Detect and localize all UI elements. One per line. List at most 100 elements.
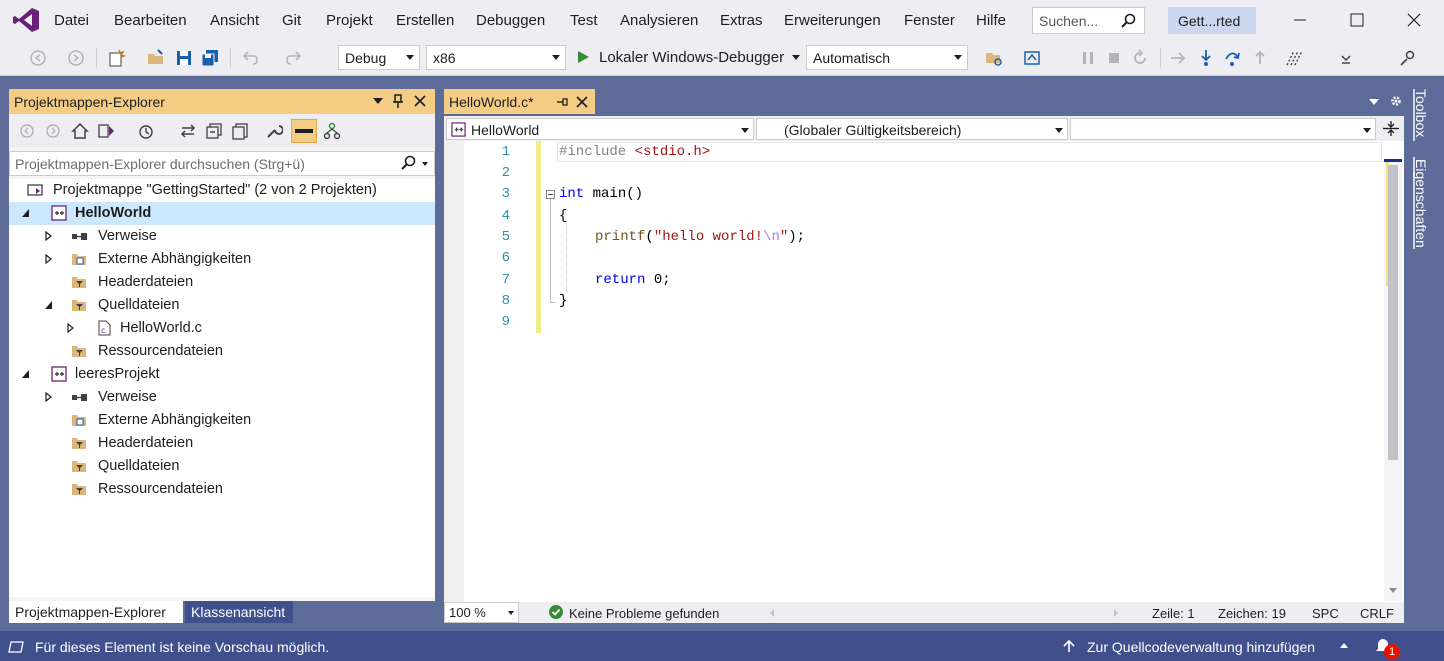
live-share-icon[interactable] xyxy=(1398,48,1418,68)
show-next-statement-icon[interactable] xyxy=(1168,48,1188,68)
menu-ansicht[interactable]: Ansicht xyxy=(210,12,259,29)
menu-datei[interactable]: Datei xyxy=(54,12,89,29)
issues-status[interactable]: Keine Probleme gefunden xyxy=(569,606,719,621)
save-icon[interactable] xyxy=(174,48,194,68)
scrollbar-thumb[interactable] xyxy=(1388,165,1398,460)
close-icon[interactable] xyxy=(414,95,426,107)
gear-icon[interactable] xyxy=(1390,95,1402,107)
tab-class-view[interactable]: Klassenansicht xyxy=(185,601,293,623)
show-all-files-icon[interactable] xyxy=(231,122,249,140)
pause-icon[interactable] xyxy=(1078,48,1098,68)
collapsed-icon[interactable] xyxy=(45,254,53,264)
tree-item-source-files[interactable]: Quelldateien xyxy=(9,294,435,317)
tree-item-external-deps[interactable]: Externe Abhängigkeiten xyxy=(9,409,435,432)
menu-erstellen[interactable]: Erstellen xyxy=(396,12,454,29)
tree-item-header-files[interactable]: Headerdateien xyxy=(9,432,435,455)
configuration-dropdown[interactable]: Debug xyxy=(338,45,420,70)
step-over-icon[interactable] xyxy=(1222,48,1242,68)
collapsed-icon[interactable] xyxy=(45,392,53,402)
save-all-icon[interactable] xyxy=(200,48,220,68)
tab-solution-explorer[interactable]: Projektmappen-Explorer xyxy=(9,601,183,623)
home-icon[interactable] xyxy=(71,122,89,140)
vertical-scrollbar[interactable] xyxy=(1384,159,1402,601)
redo-icon[interactable] xyxy=(284,48,304,68)
scroll-right-icon[interactable] xyxy=(1114,609,1118,617)
char-indicator[interactable]: Zeichen: 19 xyxy=(1218,606,1286,621)
menu-projekt[interactable]: Projekt xyxy=(326,12,373,29)
tab-overflow-chevron-icon[interactable] xyxy=(1369,99,1379,106)
forward-icon[interactable] xyxy=(45,123,61,139)
debug-target-dropdown[interactable]: Automatisch xyxy=(806,45,968,70)
expanded-icon[interactable] xyxy=(22,208,30,218)
tree-item-solution[interactable]: Projektmappe "GettingStarted" (2 von 2 P… xyxy=(9,179,435,202)
split-window-icon[interactable] xyxy=(1383,120,1399,137)
tree-item-resource-files[interactable]: Ressourcendateien xyxy=(9,340,435,363)
pin-icon[interactable] xyxy=(392,94,404,108)
pending-changes-filter-icon[interactable] xyxy=(137,122,155,140)
restart-icon[interactable] xyxy=(1130,48,1150,68)
chevron-down-icon[interactable] xyxy=(373,98,383,105)
expanded-icon[interactable] xyxy=(45,300,53,310)
platform-dropdown[interactable]: x86 xyxy=(426,45,566,70)
menu-erweiterungen[interactable]: Erweiterungen xyxy=(784,12,881,29)
toolbar-options-icon[interactable] xyxy=(1336,48,1356,68)
chevron-up-icon[interactable] xyxy=(1340,643,1348,648)
menu-test[interactable]: Test xyxy=(570,12,598,29)
application-insights-icon[interactable] xyxy=(1022,48,1042,68)
open-folder-icon[interactable] xyxy=(146,48,166,68)
solution-explorer-search-input[interactable]: Projektmappen-Explorer durchsuchen (Strg… xyxy=(9,151,435,176)
step-into-icon[interactable] xyxy=(1196,48,1216,68)
menu-extras[interactable]: Extras xyxy=(720,12,763,29)
forward-icon[interactable] xyxy=(66,48,86,68)
scope-dropdown[interactable]: (Globaler Gültigkeitsbereich) xyxy=(756,118,1068,140)
tree-item-helloworld-c[interactable]: c HelloWorld.c xyxy=(9,317,435,340)
minimize-icon[interactable] xyxy=(1290,10,1310,30)
tree-item-references[interactable]: Verweise xyxy=(9,386,435,409)
menu-git[interactable]: Git xyxy=(282,12,301,29)
toolbox-tab[interactable]: Toolbox xyxy=(1413,89,1429,137)
menu-debuggen[interactable]: Debuggen xyxy=(476,12,545,29)
sync-icon[interactable] xyxy=(179,122,197,140)
collapsed-icon[interactable] xyxy=(45,231,53,241)
pin-icon[interactable] xyxy=(556,96,568,108)
collapse-all-icon[interactable] xyxy=(205,122,223,140)
tree-item-references[interactable]: Verweise xyxy=(9,225,435,248)
menu-analysieren[interactable]: Analysieren xyxy=(620,12,698,29)
project-dropdown[interactable]: HelloWorld xyxy=(446,118,754,140)
menu-bearbeiten[interactable]: Bearbeiten xyxy=(114,12,187,29)
find-in-folder-icon[interactable] xyxy=(984,48,1004,68)
new-item-icon[interactable] xyxy=(106,48,126,68)
tab-helloworld-c[interactable]: HelloWorld.c* xyxy=(444,89,595,114)
collapse-icon[interactable] xyxy=(546,190,555,199)
visual-studio-logo-icon[interactable] xyxy=(12,7,40,33)
scroll-left-icon[interactable] xyxy=(770,609,774,617)
code-editor[interactable]: 1 2 3 4 5 6 7 8 9 #include <stdio.h> int… xyxy=(444,141,1404,602)
maximize-icon[interactable] xyxy=(1347,10,1367,30)
start-debugging-button[interactable]: Lokaler Windows-Debugger xyxy=(574,45,802,70)
line-ending-indicator[interactable]: CRLF xyxy=(1360,606,1394,621)
zoom-dropdown[interactable]: 100 % xyxy=(444,602,519,623)
back-icon[interactable] xyxy=(28,48,48,68)
tree-item-project[interactable]: HelloWorld xyxy=(9,202,435,225)
class-diagram-icon[interactable] xyxy=(323,122,341,140)
close-icon[interactable] xyxy=(576,96,588,108)
back-icon[interactable] xyxy=(19,123,35,139)
tree-item-source-files[interactable]: Quelldateien xyxy=(9,455,435,478)
line-indicator[interactable]: Zeile: 1 xyxy=(1152,606,1195,621)
stop-icon[interactable] xyxy=(1104,48,1124,68)
member-dropdown[interactable] xyxy=(1070,118,1376,140)
hot-reload-icon[interactable] xyxy=(1284,48,1304,68)
menu-hilfe[interactable]: Hilfe xyxy=(976,12,1006,29)
close-icon[interactable] xyxy=(1404,10,1424,30)
properties-tab[interactable]: Eigenschaften xyxy=(1413,159,1429,248)
undo-icon[interactable] xyxy=(240,48,260,68)
add-to-source-control-button[interactable]: Zur Quellcodeverwaltung hinzufügen xyxy=(1087,639,1315,655)
search-icon[interactable] xyxy=(400,155,416,171)
whitespace-indicator[interactable]: SPC xyxy=(1312,606,1339,621)
expanded-icon[interactable] xyxy=(22,369,30,379)
scroll-down-icon[interactable] xyxy=(1389,588,1397,593)
collapsed-icon[interactable] xyxy=(67,323,75,333)
switch-views-icon[interactable] xyxy=(97,122,115,140)
tree-item-external-deps[interactable]: Externe Abhängigkeiten xyxy=(9,248,435,271)
solution-name-badge[interactable]: Gett...rted xyxy=(1168,7,1256,34)
